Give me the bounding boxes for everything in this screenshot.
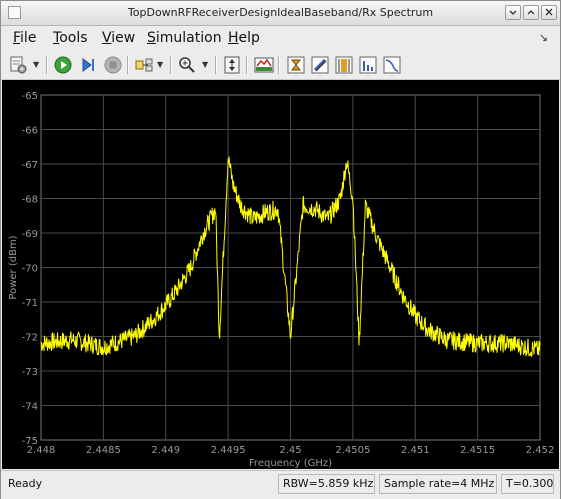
status-time: T=0.300 bbox=[501, 474, 554, 494]
y-tick-label: -74 bbox=[22, 402, 38, 413]
dock-arrow-icon[interactable]: ↘ bbox=[539, 31, 548, 44]
settings-icon[interactable] bbox=[8, 55, 28, 75]
y-tick-label: -75 bbox=[22, 436, 38, 447]
signal-select-icon[interactable] bbox=[134, 55, 154, 75]
menu-view-accel: V bbox=[102, 30, 112, 46]
spectrum-chart[interactable]: 2.448 2.4485 2.449 2.4495 2.45 2.4505 2.451 2.4… bbox=[2, 80, 559, 469]
ccdf-icon[interactable] bbox=[382, 55, 402, 75]
menu-help-label: elp bbox=[238, 30, 260, 46]
menu-tools[interactable]: Tools bbox=[53, 30, 88, 46]
channel-measure-icon[interactable] bbox=[334, 55, 354, 75]
toolbar-separator bbox=[127, 56, 129, 74]
y-tick-label: -69 bbox=[22, 229, 38, 240]
x-tick-label: 2.45 bbox=[279, 445, 301, 456]
status-bar: Ready RBW=5.859 kHz Sample rate=4 MHz T=… bbox=[1, 470, 560, 499]
x-axis-label: Frequency (GHz) bbox=[249, 458, 332, 469]
menu-help-accel: H bbox=[228, 30, 239, 46]
measure-cursor-icon[interactable] bbox=[286, 55, 306, 75]
stop-icon[interactable] bbox=[103, 55, 123, 75]
menu-simulation[interactable]: Simulation bbox=[147, 30, 222, 46]
menu-view-label: iew bbox=[111, 30, 136, 46]
menu-bar: File Tools View Simulation Help ↘ bbox=[1, 26, 560, 50]
minimize-button[interactable] bbox=[505, 5, 521, 20]
x-tick-label: 2.4505 bbox=[335, 445, 370, 456]
y-tick-label: -67 bbox=[22, 160, 38, 171]
distortion-icon[interactable] bbox=[358, 55, 378, 75]
zoom-in-icon[interactable] bbox=[177, 55, 197, 75]
y-tick-label: -65 bbox=[22, 91, 38, 102]
x-tick-label: 2.4495 bbox=[211, 445, 246, 456]
close-button[interactable] bbox=[541, 5, 557, 20]
toolbar: ▼ ▼ ▼ bbox=[1, 51, 560, 80]
autoscale-icon[interactable] bbox=[222, 55, 242, 75]
menu-help[interactable]: Help bbox=[228, 30, 260, 46]
toolbar-separator bbox=[215, 56, 217, 74]
maximize-button[interactable] bbox=[523, 5, 539, 20]
peak-finder-icon[interactable] bbox=[310, 55, 330, 75]
menu-tools-label: ools bbox=[59, 30, 88, 46]
spectrum-plot[interactable]: 2.448 2.4485 2.449 2.4495 2.45 2.4505 2.451 2.4… bbox=[2, 80, 559, 469]
spectrum-view-icon[interactable] bbox=[254, 55, 274, 75]
minimize-icon bbox=[509, 10, 517, 15]
scope-window: TopDownRFReceiverDesignIdealBaseband/Rx … bbox=[0, 0, 561, 499]
settings-dropdown-icon[interactable]: ▼ bbox=[33, 60, 39, 69]
menu-file-label: ile bbox=[20, 30, 37, 46]
x-tick-label: 2.4515 bbox=[460, 445, 495, 456]
y-tick-label: -66 bbox=[22, 126, 38, 137]
toolbar-separator bbox=[170, 56, 172, 74]
status-rbw: RBW=5.859 kHz bbox=[278, 474, 375, 494]
title-bar: TopDownRFReceiverDesignIdealBaseband/Rx … bbox=[1, 1, 560, 26]
x-tick-label: 2.452 bbox=[526, 445, 555, 456]
window-title: TopDownRFReceiverDesignIdealBaseband/Rx … bbox=[127, 6, 434, 19]
toolbar-separator bbox=[46, 56, 48, 74]
status-ready: Ready bbox=[8, 477, 43, 490]
step-forward-icon[interactable] bbox=[78, 55, 98, 75]
menu-simulation-label: imulation bbox=[155, 30, 222, 46]
x-tick-label: 2.4485 bbox=[86, 445, 121, 456]
menu-file-accel: F bbox=[13, 30, 21, 46]
toolbar-separator bbox=[278, 56, 280, 74]
y-tick-label: -72 bbox=[22, 333, 38, 344]
play-icon[interactable] bbox=[53, 55, 73, 75]
close-icon bbox=[545, 8, 553, 16]
zoom-dropdown-icon[interactable]: ▼ bbox=[202, 60, 208, 69]
y-tick-label: -70 bbox=[22, 264, 38, 275]
toolbar-separator bbox=[246, 56, 248, 74]
y-tick-label: -73 bbox=[22, 367, 38, 378]
y-axis-label: Power (dBm) bbox=[8, 235, 19, 299]
x-tick-label: 2.449 bbox=[151, 445, 180, 456]
maximize-icon bbox=[527, 10, 535, 15]
x-tick-label: 2.451 bbox=[401, 445, 430, 456]
y-tick-label: -71 bbox=[22, 298, 38, 309]
signal-select-dropdown-icon[interactable]: ▼ bbox=[157, 60, 163, 69]
y-tick-label: -68 bbox=[22, 195, 38, 206]
status-sample-rate: Sample rate=4 MHz bbox=[379, 474, 497, 494]
menu-simulation-accel: S bbox=[147, 30, 156, 46]
menu-view[interactable]: View bbox=[102, 30, 135, 46]
menu-file[interactable]: File bbox=[13, 30, 36, 46]
